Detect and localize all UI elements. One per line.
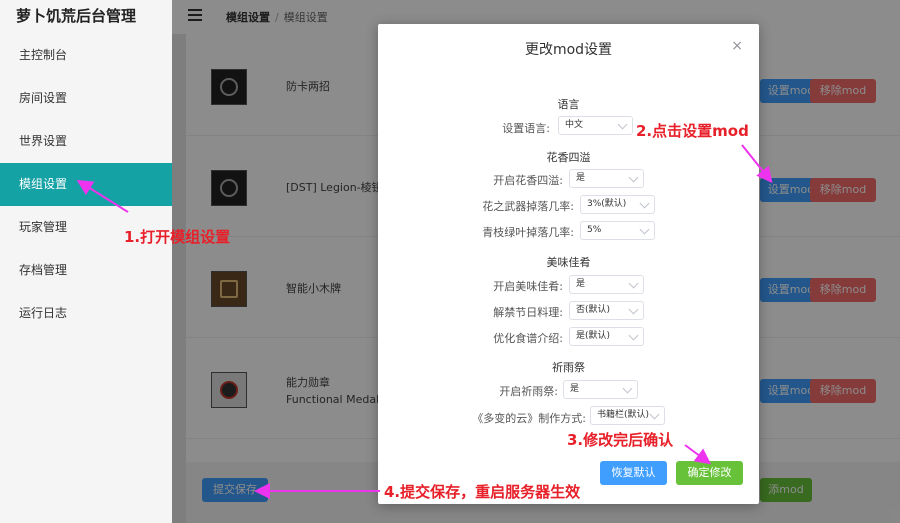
annotation-arrows [76,144,773,499]
arrow-step-2 [741,144,773,184]
arrow-step-1 [76,179,129,213]
arrow-step-3 [684,444,712,465]
